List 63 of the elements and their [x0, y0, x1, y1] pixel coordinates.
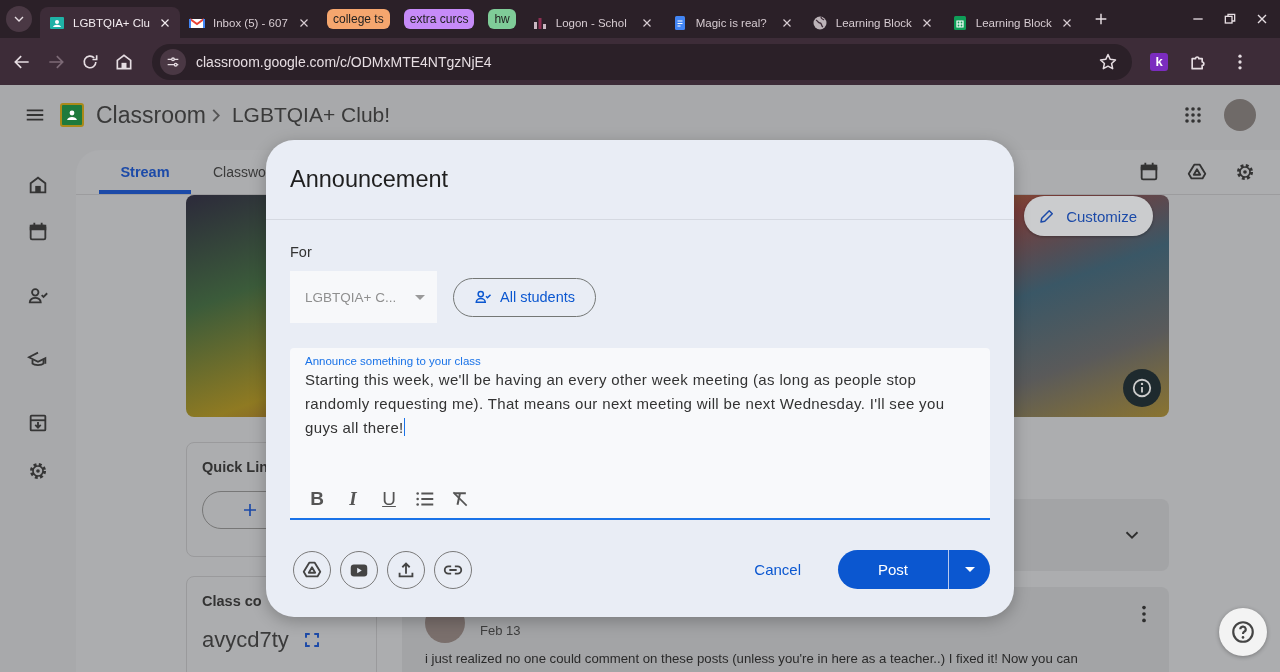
help-icon	[1230, 619, 1256, 645]
apps-grid-icon[interactable]	[1184, 106, 1202, 124]
post-button[interactable]: Post	[838, 550, 949, 589]
italic-button[interactable]: I	[342, 488, 364, 510]
tab-title: Learning Block	[975, 16, 1052, 29]
fullscreen-icon[interactable]	[302, 631, 321, 649]
customize-button[interactable]: Customize	[1024, 196, 1153, 236]
tab-title: LGBTQIA+ Clu	[73, 16, 150, 29]
calendar-icon[interactable]	[27, 221, 49, 243]
tab-title: Learning Block	[835, 16, 912, 29]
post-date: Feb 13	[480, 623, 521, 638]
underline-button[interactable]: U	[378, 488, 400, 510]
browser-tab[interactable]: LGBTQIA+ Clu	[40, 7, 180, 38]
archive-icon[interactable]	[27, 412, 49, 434]
cancel-button[interactable]: Cancel	[754, 561, 801, 578]
browser-tab[interactable]: Inbox (5) - 607	[180, 7, 320, 38]
tab-title: Magic is real?	[695, 16, 768, 29]
bookmark-star-icon[interactable]	[1098, 51, 1118, 72]
tab-title: Inbox (5) - 607	[213, 16, 289, 29]
tab-group-chip[interactable]: extra curcs	[403, 9, 475, 29]
extension-button[interactable]: k	[1150, 52, 1168, 71]
calendar-icon[interactable]	[1138, 161, 1160, 183]
class-title[interactable]: LGBTQIA+ Club!	[231, 103, 391, 127]
tab-group-chip[interactable]: college ts	[327, 9, 390, 29]
chevron-right-icon	[211, 108, 220, 122]
globe-icon	[811, 14, 828, 31]
browser-tab[interactable]: Logon - Schol	[522, 7, 663, 38]
dropdown-caret-icon	[964, 567, 975, 572]
app-title[interactable]: Classroom	[96, 101, 206, 129]
announcement-field[interactable]	[290, 348, 990, 520]
class-code: avycd7ty	[202, 627, 289, 653]
browser-tab[interactable]: Learning Block	[802, 7, 943, 38]
settings-icon[interactable]	[1234, 161, 1256, 183]
post-split-button[interactable]: Post	[838, 550, 990, 589]
classroom-logo	[60, 103, 84, 127]
tab-group-chip[interactable]: hw	[488, 9, 516, 29]
tab-search-button[interactable]	[6, 6, 32, 32]
dropdown-caret-icon	[415, 294, 425, 300]
tab-title: Logon - Schol	[555, 16, 628, 29]
info-icon	[1131, 377, 1153, 399]
restore-icon[interactable]	[1222, 11, 1238, 27]
card-title: Class co	[202, 593, 263, 609]
settings-icon[interactable]	[27, 460, 49, 482]
dialog-title: Announcement	[266, 140, 1014, 220]
people-icon	[474, 288, 492, 306]
post-text: i just realized no one could comment on these posts (unless you're in here as a teacher..) I fixed it! Now you can	[425, 651, 1079, 666]
address-bar[interactable]: classroom.google.com/c/ODMxMTE4NTgzNjE4	[152, 43, 1132, 80]
spreadsheet-icon	[951, 14, 968, 31]
field-label: Announce something to your class	[305, 355, 482, 367]
clear-formatting-icon[interactable]	[450, 489, 470, 509]
bold-button[interactable]: B	[306, 488, 328, 510]
class-tab[interactable]: Classwo	[191, 149, 266, 194]
url-text: classroom.google.com/c/ODMxMTE4NTgzNjE4	[196, 53, 493, 70]
info-button[interactable]	[1123, 369, 1161, 407]
browser-tab[interactable]: Magic is real?	[662, 7, 803, 38]
announcement-text: Starting this week, we'll be having an every other week meeting (as long as people stop randomly requesting me). That means our next meeting will be next Wednesday. I'll see you guys all there!	[305, 370, 946, 438]
plus-icon	[241, 501, 259, 519]
site-settings-button[interactable]	[160, 48, 186, 75]
home-icon[interactable]	[27, 174, 49, 196]
class-tab[interactable]: Stream	[99, 149, 191, 194]
for-label: For	[290, 244, 313, 260]
board-icon	[49, 14, 65, 31]
browser-tab[interactable]: Learning Block	[942, 7, 1083, 38]
